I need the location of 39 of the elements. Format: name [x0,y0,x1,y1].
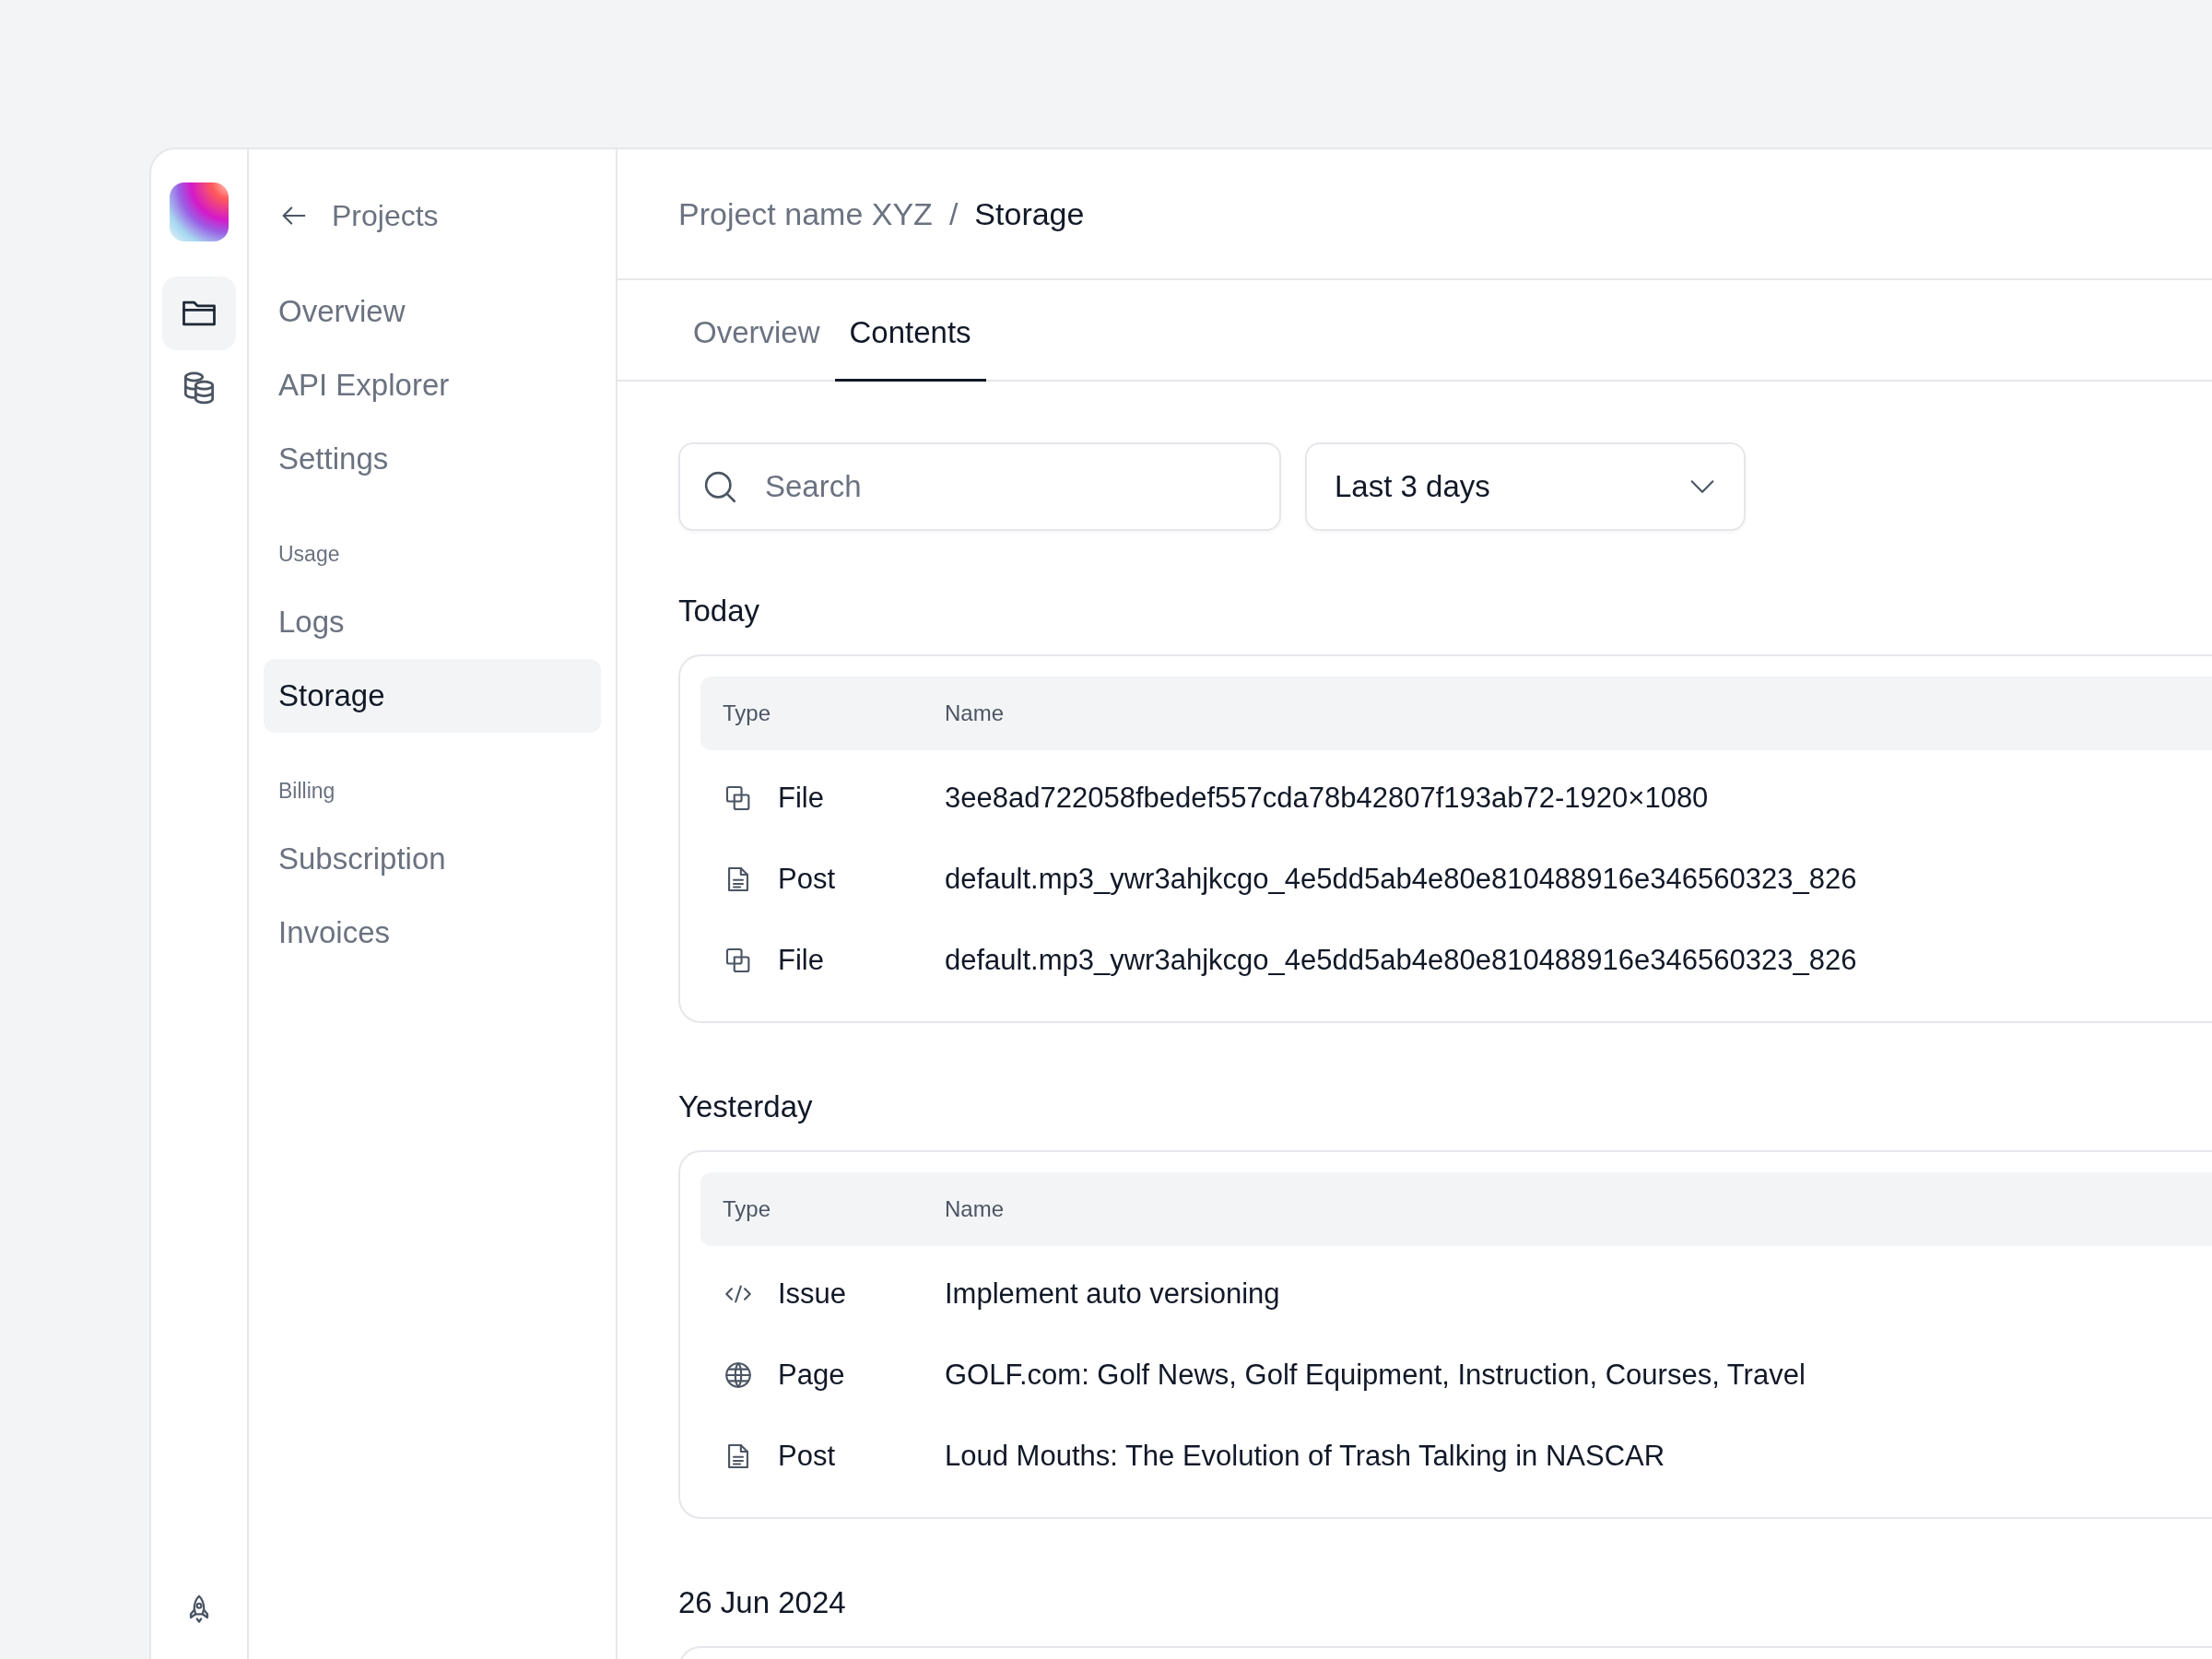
globe-icon [723,1359,754,1391]
nav-item[interactable]: Invoices [264,896,601,970]
date-range-dropdown[interactable]: Last 3 days [1305,442,1746,531]
type-cell: File [778,782,824,815]
breadcrumb-separator: / [948,195,959,232]
nav-item[interactable]: API Explorer [264,348,601,422]
section-heading: Today [678,594,761,629]
type-cell: Issue [778,1277,847,1311]
type-cell: File [778,944,824,977]
section-heading: Yesterday [678,1089,814,1124]
breadcrumb-link[interactable]: Project name XYZ [678,195,933,232]
section-label: Billing [277,779,336,804]
section-label: Usage [277,542,341,567]
nav-item[interactable]: Storage [264,659,601,733]
nav-item[interactable]: Subscription [264,822,601,896]
type-cell: Page [778,1359,845,1392]
name-cell[interactable]: 3ee8ad722058fbedef557cda78b42807f193ab72-1920×1080 [945,782,1709,815]
type-cell: Post [778,863,836,896]
rail-button[interactable] [162,276,236,350]
name-cell[interactable]: default.mp3_ywr3ahjkcgo_4e5dd5ab4e80e810488916e346560323_826 [945,944,1857,977]
column-header: Type [722,700,772,726]
search-field[interactable]: Search [678,442,1281,531]
column-header: Name [945,700,1005,726]
name-cell[interactable]: GOLF.com: Golf News, Golf Equipment, Instruction, Courses, Travel [945,1359,1806,1392]
name-cell[interactable]: Loud Mouths: The Evolution of Trash Talking in NASCAR [945,1440,1665,1473]
name-cell[interactable]: default.mp3_ywr3ahjkcgo_4e5dd5ab4e80e810488916e346560323_826 [945,863,1857,896]
back-link[interactable]: Projects [264,188,453,243]
name-cell[interactable]: Implement auto versioning [945,1277,1280,1311]
app-logo[interactable] [170,182,229,241]
breadcrumb-current: Storage [974,195,1085,232]
nav-item[interactable]: Logs [264,585,601,659]
tab[interactable]: Overview [678,280,835,382]
column-header: Type [722,1196,772,1222]
section-heading: 26 Jun 2024 [678,1585,847,1620]
nav-item[interactable]: Settings [264,422,601,496]
tab[interactable]: Contents [834,280,986,382]
type-cell: Post [778,1440,836,1473]
column-header: Name [945,1196,1005,1222]
nav-item[interactable]: Overview [264,275,601,348]
